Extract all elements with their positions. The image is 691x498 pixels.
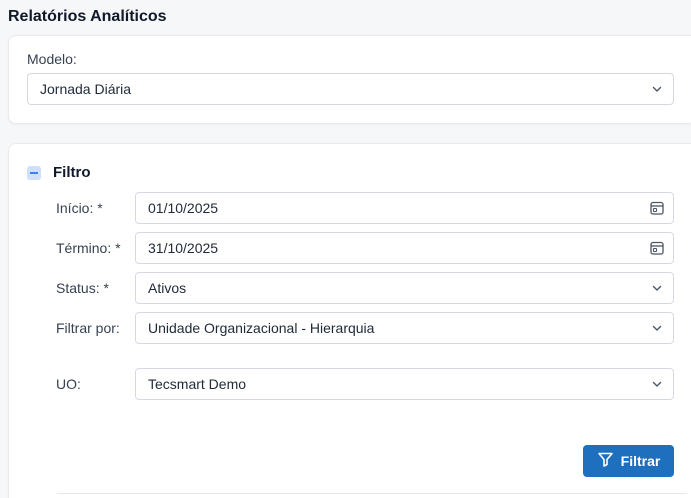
filter-header[interactable]: Filtro: [27, 164, 91, 181]
end-date-value: 31/10/2025: [148, 240, 219, 256]
end-date-input[interactable]: 31/10/2025: [135, 232, 674, 264]
divider: [57, 493, 687, 494]
calendar-icon[interactable]: [641, 233, 673, 263]
model-label: Modelo:: [27, 51, 77, 67]
status-select[interactable]: Ativos: [135, 272, 674, 304]
filter-icon: [597, 451, 614, 471]
uo-label: UO:: [56, 376, 81, 392]
uo-value: Tecsmart Demo: [148, 376, 247, 392]
filter-by-label: Filtrar por:: [56, 320, 120, 336]
uo-select[interactable]: Tecsmart Demo: [135, 368, 674, 400]
start-date-label: Início: *: [56, 200, 103, 216]
status-label: Status: *: [56, 280, 109, 296]
filter-by-value: Unidade Organizacional - Hierarquia: [148, 320, 375, 336]
chevron-down-icon: [641, 273, 673, 303]
filter-title: Filtro: [53, 164, 91, 181]
chevron-down-icon: [641, 369, 673, 399]
end-date-label: Término: *: [56, 240, 121, 256]
page-title: Relatórios Analíticos: [8, 8, 167, 25]
chevron-down-icon: [641, 313, 673, 343]
model-card: Modelo: Jornada Diária: [8, 35, 691, 124]
start-date-input[interactable]: 01/10/2025: [135, 192, 674, 224]
filter-button[interactable]: Filtrar: [583, 445, 674, 477]
calendar-icon[interactable]: [641, 193, 673, 223]
filter-by-select[interactable]: Unidade Organizacional - Hierarquia: [135, 312, 674, 344]
minus-square-icon[interactable]: [27, 165, 41, 180]
chevron-down-icon: [641, 74, 673, 104]
model-select[interactable]: Jornada Diária: [27, 73, 674, 105]
filter-button-label: Filtrar: [620, 453, 661, 469]
model-select-value: Jornada Diária: [40, 81, 132, 97]
filter-card: Filtro Início: * 01/10/2025 Término: * 3…: [8, 143, 691, 498]
status-value: Ativos: [148, 280, 187, 296]
start-date-value: 01/10/2025: [148, 200, 219, 216]
